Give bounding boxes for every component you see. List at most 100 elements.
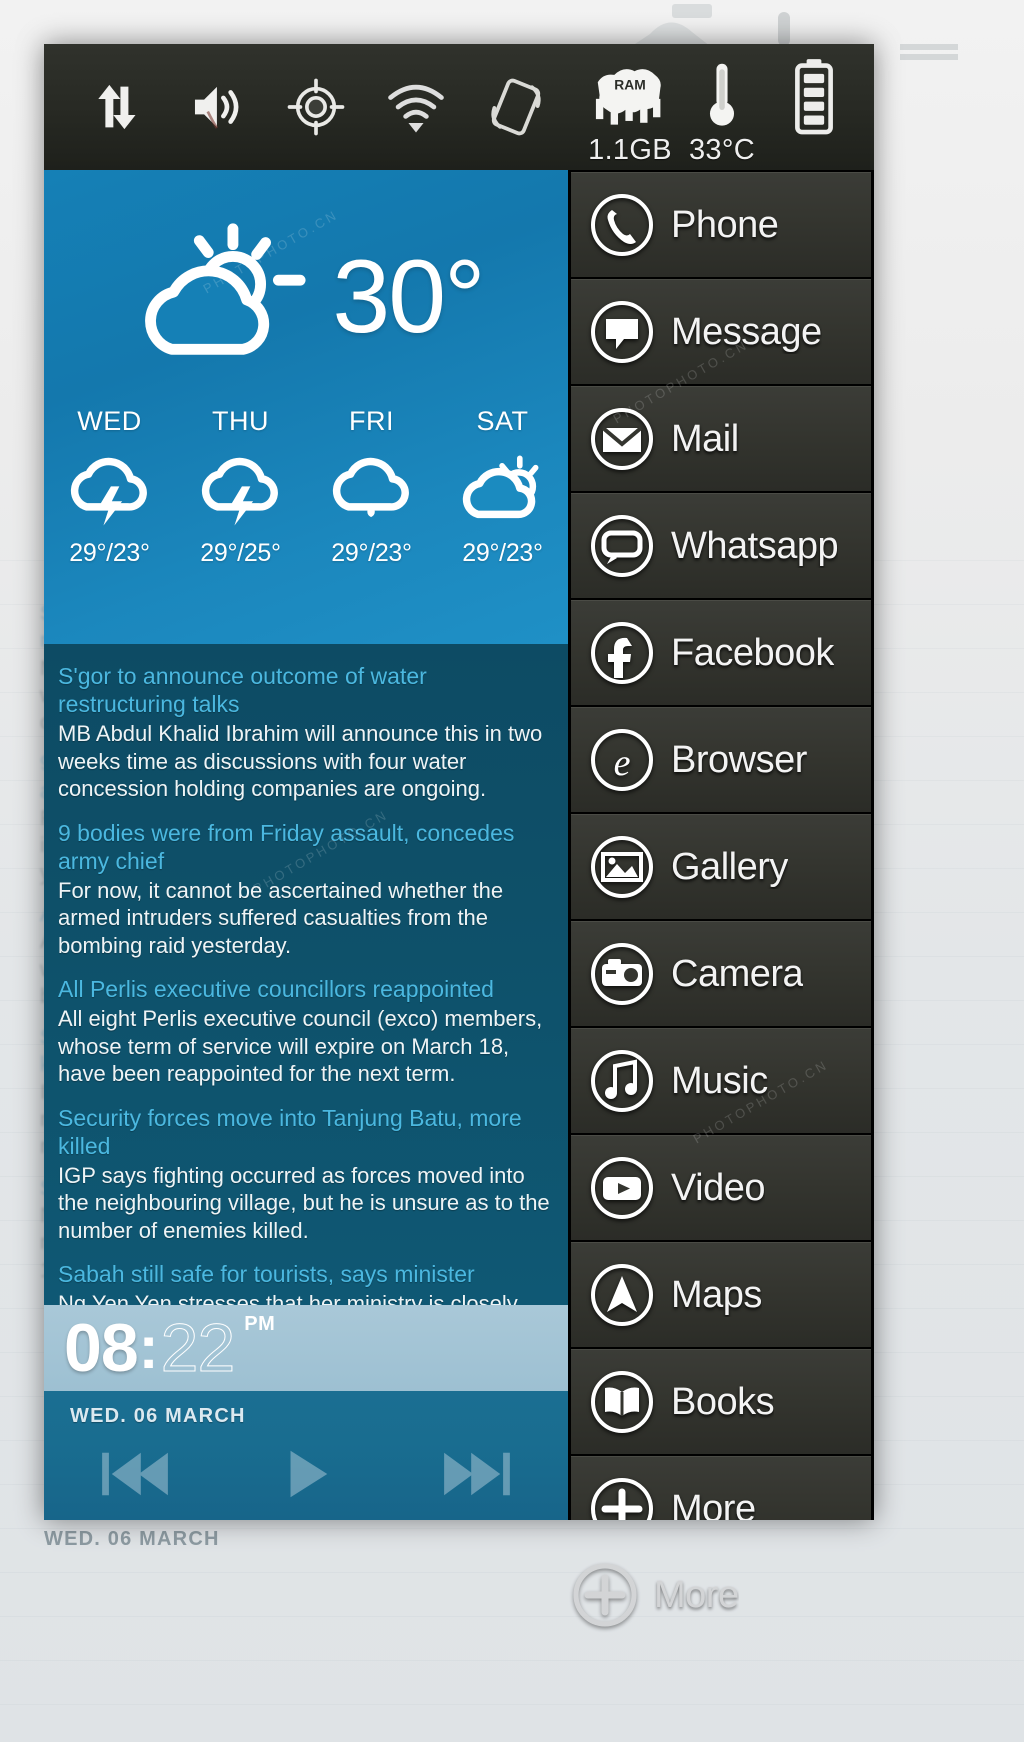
app-label: More (671, 1487, 756, 1521)
forecast-temps: 29°/23° (331, 539, 412, 567)
forecast-day-label: THU (212, 406, 269, 436)
news-body: All eight Perlis executive council (exco… (58, 1006, 543, 1087)
sun-behind-cloud-icon (128, 211, 326, 384)
status-toggle-bar: RAM 1.1GB 33°C (44, 44, 874, 170)
temperature-indicator: 33°C (676, 48, 768, 167)
internet-explorer-e-icon: e (587, 725, 657, 795)
weather-forecast-row: WED 29°/23° THU 29°/25° FRI 29°/23° SAT … (44, 406, 568, 568)
app-item-facebook[interactable]: Facebook (571, 600, 871, 707)
photo-mountain-icon (587, 832, 657, 902)
rotation-toggle[interactable] (466, 57, 566, 157)
news-article[interactable]: S'gor to announce outcome of water restr… (58, 662, 554, 803)
app-item-whatsapp[interactable]: Whatsapp (571, 493, 871, 600)
ram-value: 1.1GB (588, 133, 672, 166)
forecast-temps: 29°/25° (200, 539, 281, 567)
data-transfer-icon (85, 76, 147, 138)
svg-text:e: e (614, 742, 631, 784)
location-crosshair-icon (284, 75, 348, 139)
media-controls (44, 1433, 568, 1519)
app-label: Facebook (671, 631, 834, 674)
news-headline: Sabah still safe for tourists, says mini… (58, 1261, 475, 1288)
app-label: Message (671, 310, 822, 353)
news-widget[interactable]: S'gor to announce outcome of water restr… (44, 644, 568, 1305)
temperature-value: 33°C (689, 133, 755, 166)
news-body: Ng Yen Yen stresses that her ministry is… (58, 1291, 518, 1305)
chat-bubble-icon (587, 511, 657, 581)
clock-date: WED. 06 MARCH (70, 1405, 246, 1427)
forecast-day[interactable]: FRI 29°/23° (306, 406, 437, 568)
clock-minutes: 22 (160, 1310, 236, 1386)
forecast-day[interactable]: WED 29°/23° (44, 406, 175, 568)
background-ghost-date: WED. 06 MARCH (44, 1528, 220, 1550)
app-label: Mail (671, 417, 739, 460)
app-shortcut-list: Phone Message Mail Whatsapp Facebook e B… (568, 170, 874, 1520)
thermometer-icon (703, 58, 741, 136)
battery-icon (790, 58, 838, 136)
news-body: IGP says fighting occurred as forces mov… (58, 1162, 550, 1243)
app-label: Music (671, 1059, 768, 1102)
forecast-temps: 29°/23° (69, 539, 150, 567)
app-item-mail[interactable]: Mail (571, 386, 871, 493)
weather-current: 30° (44, 170, 568, 406)
battery-indicator (768, 48, 860, 136)
thunderstorm-icon (44, 445, 175, 537)
forecast-day[interactable]: THU 29°/25° (175, 406, 306, 568)
wifi-icon (383, 74, 449, 140)
skip-next-icon[interactable] (438, 1445, 516, 1508)
open-book-icon (587, 1367, 657, 1437)
news-article[interactable]: Sabah still safe for tourists, says mini… (58, 1260, 554, 1305)
thunderstorm-icon (175, 445, 306, 537)
forecast-temps: 29°/23° (462, 539, 543, 567)
speech-bubble-icon (587, 297, 657, 367)
date-and-media-panel: WED. 06 MARCH (44, 1391, 568, 1520)
ram-indicator: RAM 1.1GB (584, 48, 676, 167)
app-item-phone[interactable]: Phone (571, 172, 871, 279)
news-article[interactable]: All Perlis executive councillors reappoi… (58, 975, 554, 1088)
quick-toggles (44, 57, 566, 157)
ram-chip-icon: RAM (588, 58, 672, 136)
clock-ampm: PM (244, 1313, 276, 1335)
clock-widget[interactable]: 08 : 22 PM (44, 1305, 568, 1391)
sound-toggle[interactable] (166, 57, 266, 157)
wifi-toggle[interactable] (366, 57, 466, 157)
forecast-day[interactable]: SAT 29°/23° (437, 406, 568, 568)
forecast-day-label: WED (77, 406, 142, 436)
app-item-more[interactable]: More (571, 1456, 871, 1520)
forecast-day-label: FRI (349, 406, 394, 436)
weather-widget[interactable]: 30° WED 29°/23° THU 29°/25° FRI 29°/23° … (44, 170, 568, 644)
app-label: Books (671, 1380, 775, 1423)
data-sync-toggle[interactable] (66, 57, 166, 157)
music-note-icon (587, 1046, 657, 1116)
play-icon[interactable] (277, 1445, 335, 1508)
background-ghost-app-more: More (570, 1560, 739, 1630)
gps-toggle[interactable] (266, 57, 366, 157)
app-item-message[interactable]: Message (571, 279, 871, 386)
news-body: MB Abdul Khalid Ibrahim will announce th… (58, 721, 543, 802)
app-label: Maps (671, 1273, 762, 1316)
facebook-f-icon (587, 618, 657, 688)
app-item-camera[interactable]: Camera (571, 921, 871, 1028)
speaker-icon (184, 75, 248, 139)
app-item-video[interactable]: Video (571, 1135, 871, 1242)
app-label: Browser (671, 738, 807, 781)
app-item-books[interactable]: Books (571, 1349, 871, 1456)
news-article[interactable]: 9 bodies were from Friday assault, conce… (58, 819, 554, 960)
news-article[interactable]: Security forces move into Tanjung Batu, … (58, 1104, 554, 1245)
app-item-music[interactable]: Music (571, 1028, 871, 1135)
app-item-browser[interactable]: e Browser (571, 707, 871, 814)
app-label: Video (671, 1166, 766, 1209)
app-label: Phone (671, 203, 779, 246)
video-play-icon (587, 1153, 657, 1223)
app-label: Whatsapp (671, 524, 839, 567)
news-headline: S'gor to announce outcome of water restr… (58, 663, 427, 718)
app-item-maps[interactable]: Maps (571, 1242, 871, 1349)
phone-screen: RAM 1.1GB 33°C 30° WED 29°/23° THU 29°/2… (44, 44, 874, 1520)
news-headline: Security forces move into Tanjung Batu, … (58, 1104, 522, 1159)
screen-rotate-icon (483, 74, 549, 140)
background-ghost-app-label: More (654, 1573, 739, 1616)
plus-circle-icon (587, 1474, 657, 1520)
plus-circle-icon (570, 1560, 640, 1630)
skip-previous-icon[interactable] (96, 1445, 174, 1508)
app-item-gallery[interactable]: Gallery (571, 814, 871, 921)
news-headline: 9 bodies were from Friday assault, conce… (58, 819, 515, 874)
